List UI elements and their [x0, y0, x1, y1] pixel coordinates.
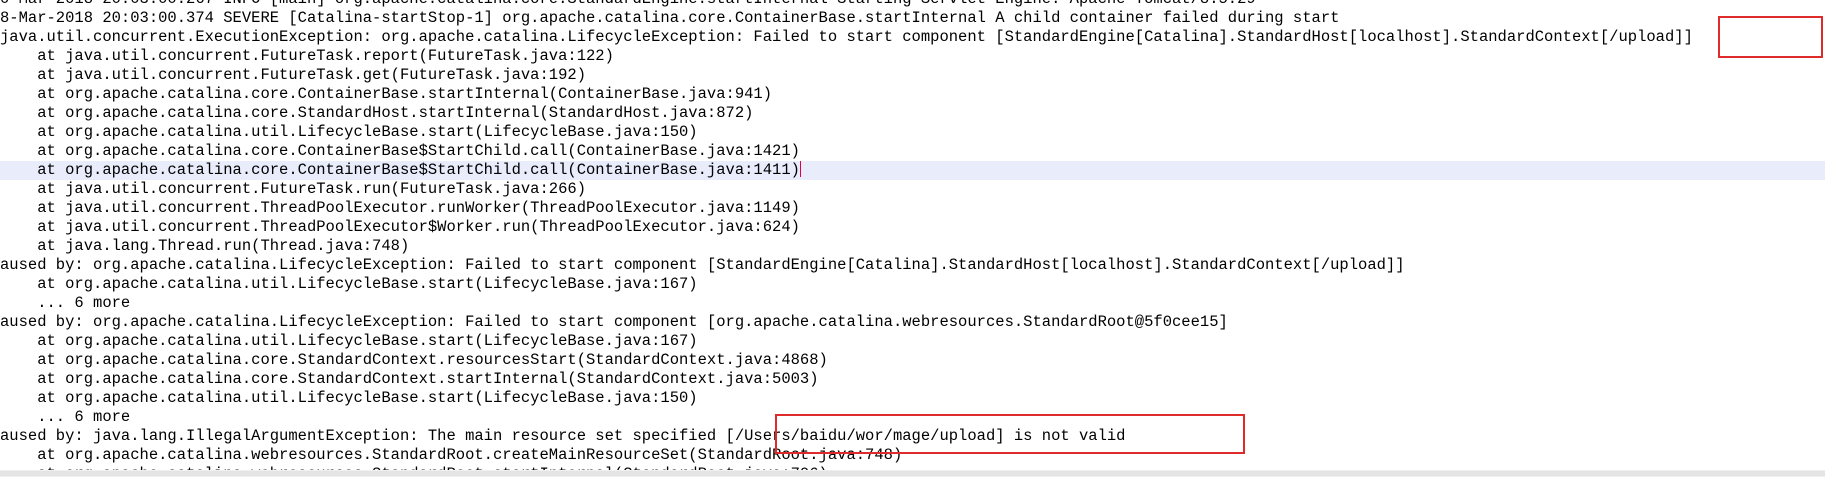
log-line-current[interactable]: at org.apache.catalina.core.ContainerBas… [0, 161, 1825, 180]
log-line-trace: at java.util.concurrent.FutureTask.get(F… [0, 66, 586, 84]
log-line-info-start: 0-Mar-2018 20:03:00.267 INFO [main] org.… [0, 0, 1825, 9]
log-line-caused-by: aused by: org.apache.catalina.LifecycleE… [0, 256, 1405, 274]
log-line-trace: at org.apache.catalina.core.StandardCont… [0, 351, 828, 369]
log-line-trace: at java.util.concurrent.FutureTask.repor… [0, 47, 614, 65]
log-line-trace: at java.util.concurrent.FutureTask.run(F… [0, 180, 586, 198]
log-line-trace: at java.util.concurrent.ThreadPoolExecut… [0, 218, 800, 236]
log-line-trace: at org.apache.catalina.util.LifecycleBas… [0, 332, 698, 350]
log-line-more: ... 6 more [0, 294, 131, 312]
log-line-caused-by: aused by: org.apache.catalina.LifecycleE… [0, 313, 1228, 331]
horizontal-scrollbar[interactable] [0, 470, 1825, 477]
log-line-more: ... 6 more [0, 408, 131, 426]
log-line-trace: at java.lang.Thread.run(Thread.java:748) [0, 237, 410, 255]
log-line-trace: at org.apache.catalina.core.ContainerBas… [0, 85, 773, 103]
log-line-trace: at org.apache.catalina.core.StandardHost… [0, 104, 754, 122]
log-viewport[interactable]: 0-Mar-2018 20:03:00.267 INFO [main] org.… [0, 0, 1825, 477]
scrollbar-thumb[interactable] [0, 471, 1825, 476]
log-line-current-text: at org.apache.catalina.core.ContainerBas… [0, 161, 800, 179]
log-line-trace: at org.apache.catalina.core.StandardCont… [0, 370, 819, 388]
log-line-trace: at org.apache.catalina.util.LifecycleBas… [0, 275, 698, 293]
log-line-trace: at org.apache.catalina.util.LifecycleBas… [0, 389, 698, 407]
log-line-severe: 8-Mar-2018 20:03:00.374 SEVERE [Catalina… [0, 9, 1340, 27]
log-line-trace: at java.util.concurrent.ThreadPoolExecut… [0, 199, 800, 217]
log-line-execution-exception: java.util.concurrent.ExecutionException:… [0, 28, 1693, 46]
log-line-trace: at org.apache.catalina.util.LifecycleBas… [0, 123, 698, 141]
text-caret [799, 161, 801, 177]
log-line-trace: at org.apache.catalina.core.ContainerBas… [0, 142, 800, 160]
log-line-caused-by-illegal-argument: aused by: java.lang.IllegalArgumentExcep… [0, 427, 1126, 445]
log-line-trace: at org.apache.catalina.webresources.Stan… [0, 446, 903, 464]
